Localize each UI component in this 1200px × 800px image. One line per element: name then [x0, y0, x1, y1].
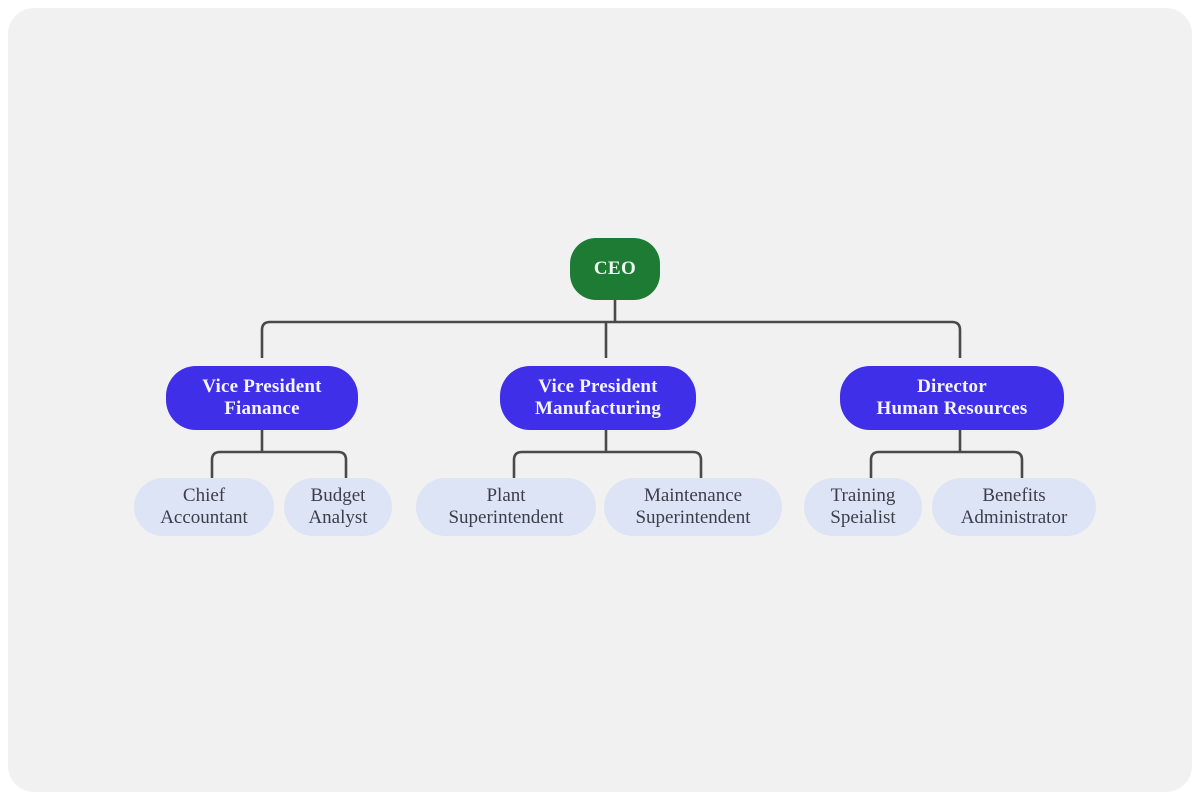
org-node-chief-accountant-line2: Accountant — [160, 507, 248, 528]
org-node-maintenance-superintendent-line1: Maintenance — [643, 484, 743, 506]
org-node-budget-analyst-line1: Budget — [310, 484, 366, 506]
org-node-vp-manufacturing-line1: Vice President — [538, 375, 658, 397]
org-node-plant-superintendent-line2: Superintendent — [448, 507, 564, 528]
connector-ceo-to-director-hr — [615, 320, 962, 358]
org-node-training-specialist[interactable]: Training Speialist — [804, 478, 922, 536]
connector-director-hr-to-training-specialist — [869, 450, 960, 478]
org-node-chief-accountant[interactable]: Chief Accountant — [134, 478, 274, 536]
org-node-vp-finance-line2: Fianance — [224, 398, 300, 419]
org-node-benefits-administrator-line1: Benefits — [982, 484, 1046, 506]
connector-vp-finance-to-budget-analyst — [262, 450, 348, 478]
org-node-plant-superintendent[interactable]: Plant Superintendent — [416, 478, 596, 536]
org-node-training-specialist-line2: Speialist — [830, 507, 896, 528]
org-node-vp-manufacturing[interactable]: Vice President Manufacturing — [500, 366, 696, 430]
connector-vp-manufacturing-to-plant-superintendent — [512, 450, 606, 478]
connector-vp-manufacturing-to-maintenance-superintendent — [606, 450, 703, 478]
org-node-vp-finance[interactable]: Vice President Fianance — [166, 366, 358, 430]
org-node-vp-finance-line1: Vice President — [202, 375, 322, 397]
org-node-benefits-administrator-line2: Administrator — [960, 507, 1068, 528]
connector-vp-finance-to-chief-accountant — [210, 450, 262, 478]
org-node-ceo-line1: CEO — [593, 257, 637, 279]
org-node-chief-accountant-line1: Chief — [182, 484, 226, 506]
org-node-director-hr-line1: Director — [917, 375, 987, 397]
org-node-vp-manufacturing-line2: Manufacturing — [534, 398, 662, 419]
org-node-budget-analyst[interactable]: Budget Analyst — [284, 478, 392, 536]
connector-ceo-to-vp-finance — [260, 320, 615, 358]
org-node-director-hr[interactable]: Director Human Resources — [840, 366, 1064, 430]
org-node-benefits-administrator[interactable]: Benefits Administrator — [932, 478, 1096, 536]
org-node-maintenance-superintendent-line2: Superintendent — [635, 507, 751, 528]
org-node-training-specialist-line1: Training — [830, 484, 896, 506]
org-node-ceo[interactable]: CEO — [570, 238, 660, 300]
org-node-budget-analyst-line2: Analyst — [308, 507, 368, 528]
org-node-plant-superintendent-line1: Plant — [486, 484, 526, 506]
org-chart-canvas: CEO Vice President Fianance Vice Preside… — [8, 8, 1192, 792]
org-node-maintenance-superintendent[interactable]: Maintenance Superintendent — [604, 478, 782, 536]
connector-director-hr-to-benefits-administrator — [960, 450, 1024, 478]
org-node-director-hr-line2: Human Resources — [876, 398, 1028, 419]
